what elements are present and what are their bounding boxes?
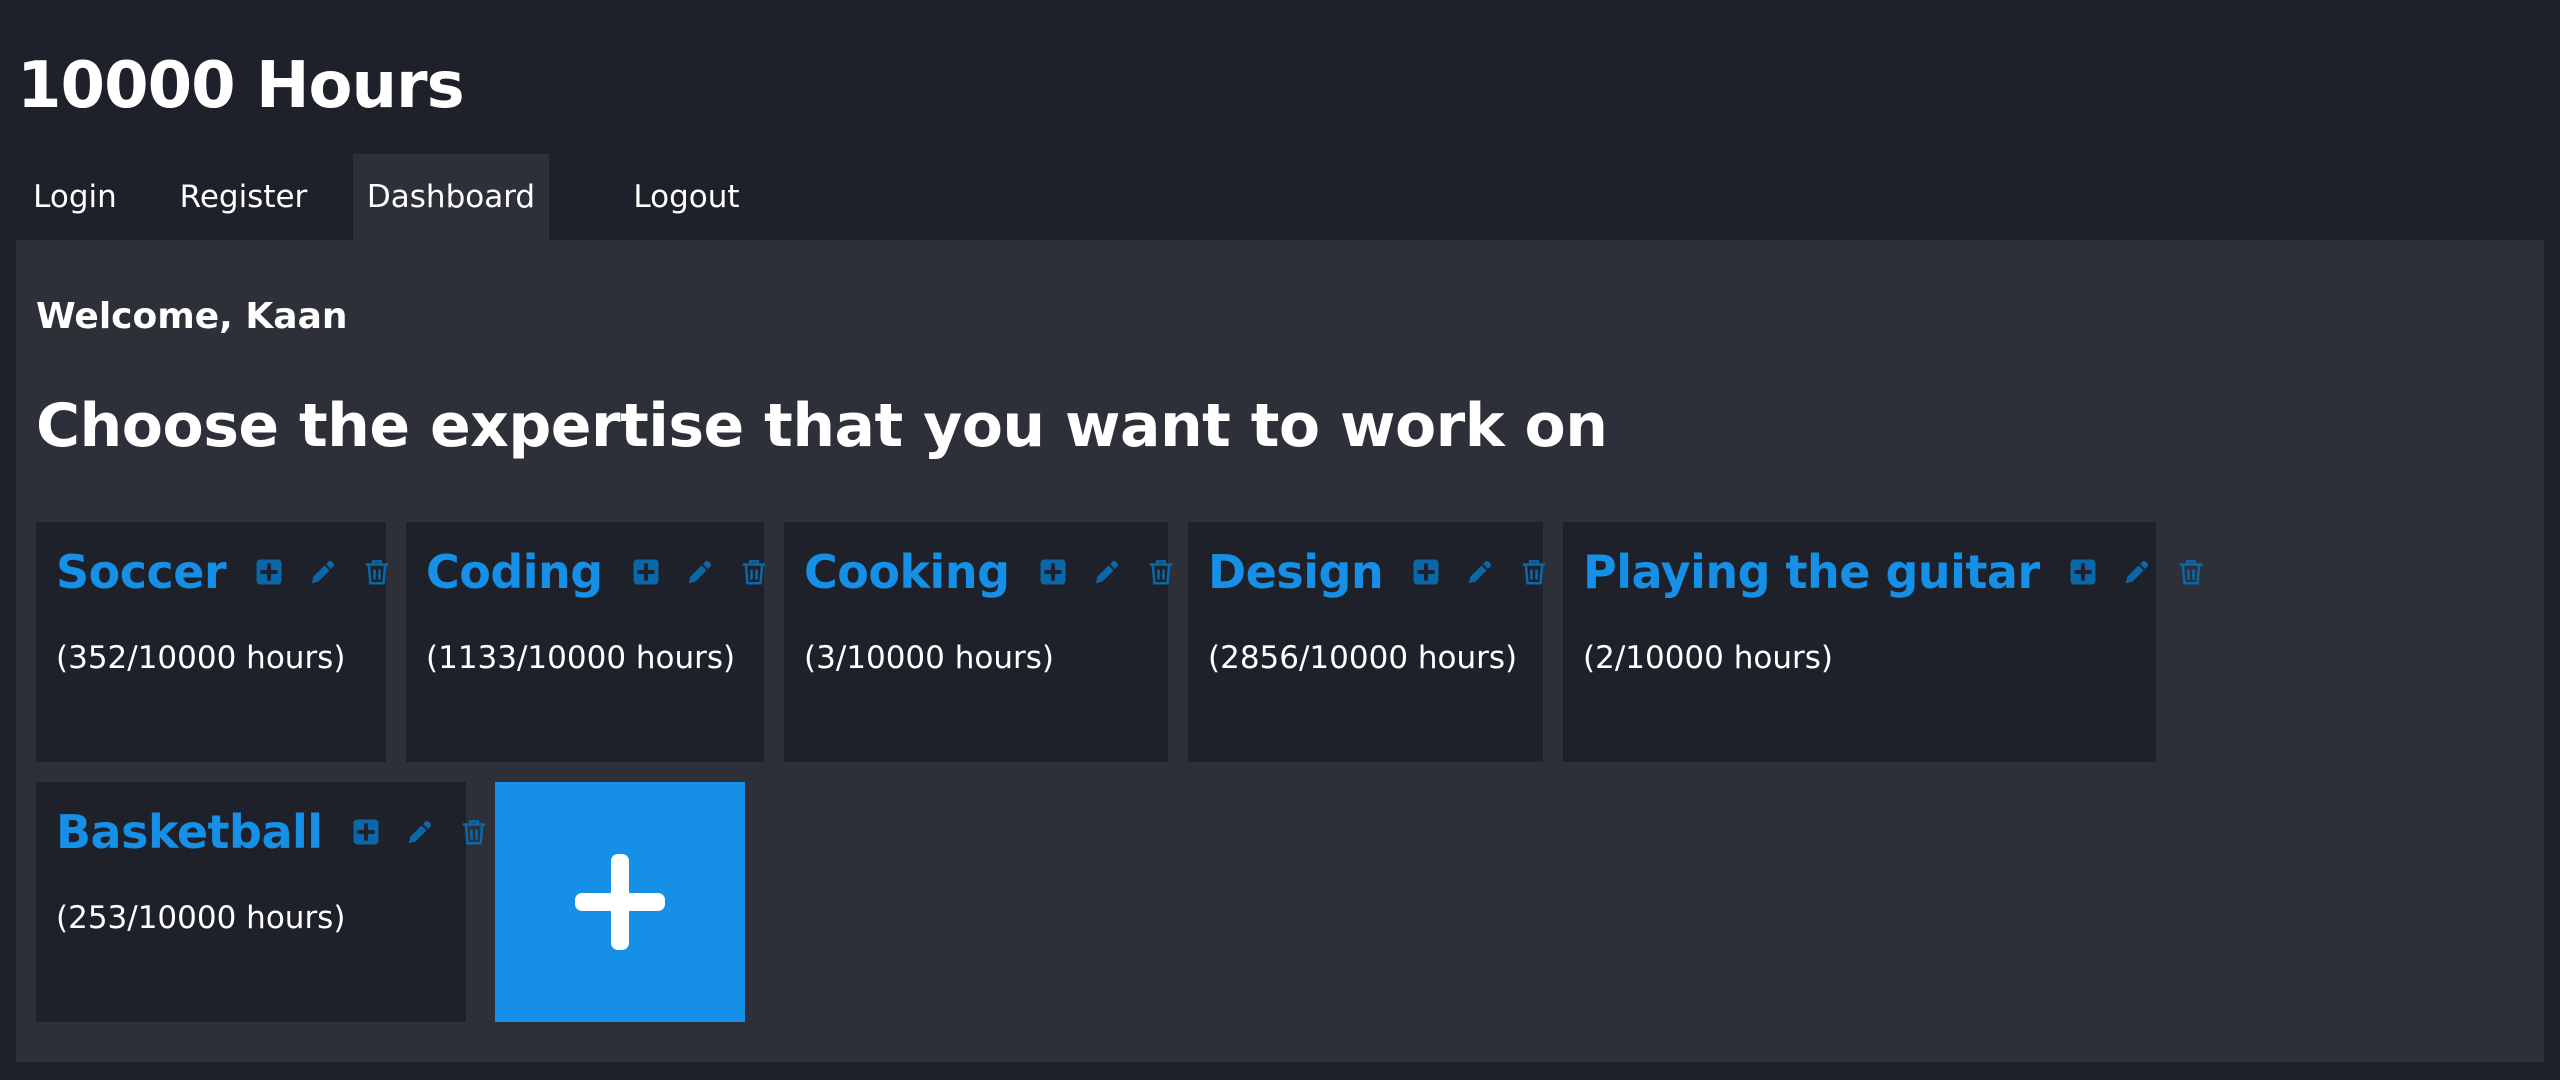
plus-square-icon[interactable] [351, 817, 381, 847]
expertise-card-design: Design (2856/10000 hours) [1188, 522, 1546, 762]
nav-register[interactable]: Register [134, 154, 353, 240]
expertise-card-cooking: Cooking (3/10000 hours) [784, 522, 1172, 762]
plus-icon [575, 854, 665, 950]
app-title: 10000 Hours [17, 49, 465, 123]
nav-logout[interactable]: Logout [549, 154, 824, 240]
nav-dashboard[interactable]: Dashboard [353, 154, 549, 240]
pencil-icon[interactable] [1465, 557, 1495, 587]
expertise-title[interactable]: Coding [426, 544, 603, 600]
main-nav: Login Register Dashboard Logout [16, 154, 824, 240]
expertise-hours: (2856/10000 hours) [1208, 640, 1518, 676]
expertise-hours: (2/10000 hours) [1583, 640, 1833, 676]
plus-square-icon[interactable] [1038, 557, 1068, 587]
expertise-card-basketball: Basketball (253/10000 hours) [36, 782, 485, 1022]
trash-icon[interactable] [362, 557, 392, 587]
expertise-title[interactable]: Playing the guitar [1583, 544, 2040, 600]
pencil-icon[interactable] [308, 557, 338, 587]
expertise-hours: (352/10000 hours) [56, 640, 346, 676]
trash-icon[interactable] [459, 817, 489, 847]
pencil-icon[interactable] [405, 817, 435, 847]
expertise-hours: (1133/10000 hours) [426, 640, 736, 676]
plus-square-icon[interactable] [254, 557, 284, 587]
expertise-hours: (253/10000 hours) [56, 900, 346, 936]
expertise-card-guitar: Playing the guitar (2/10000 hours) [1563, 522, 2202, 762]
page-heading: Choose the expertise that you want to wo… [36, 391, 1608, 461]
nav-login[interactable]: Login [16, 154, 134, 240]
expertise-title[interactable]: Design [1208, 544, 1384, 600]
expertise-card-soccer: Soccer (352/10000 hours) [36, 522, 389, 762]
pencil-icon[interactable] [685, 557, 715, 587]
dashboard-panel: Welcome, Kaan Choose the expertise that … [16, 240, 2544, 1062]
add-expertise-button[interactable] [495, 782, 745, 1022]
plus-square-icon[interactable] [2068, 557, 2098, 587]
expertise-title[interactable]: Cooking [804, 544, 1010, 600]
expertise-card-coding: Coding (1133/10000 hours) [406, 522, 765, 762]
expertise-title[interactable]: Soccer [56, 544, 227, 600]
expertise-hours: (3/10000 hours) [804, 640, 1054, 676]
trash-icon[interactable] [739, 557, 769, 587]
plus-square-icon[interactable] [631, 557, 661, 587]
trash-icon[interactable] [1519, 557, 1549, 587]
trash-icon[interactable] [2176, 557, 2206, 587]
pencil-icon[interactable] [1092, 557, 1122, 587]
expertise-title[interactable]: Basketball [56, 804, 323, 860]
trash-icon[interactable] [1146, 557, 1176, 587]
pencil-icon[interactable] [2122, 557, 2152, 587]
plus-square-icon[interactable] [1411, 557, 1441, 587]
welcome-message: Welcome, Kaan [36, 296, 348, 337]
